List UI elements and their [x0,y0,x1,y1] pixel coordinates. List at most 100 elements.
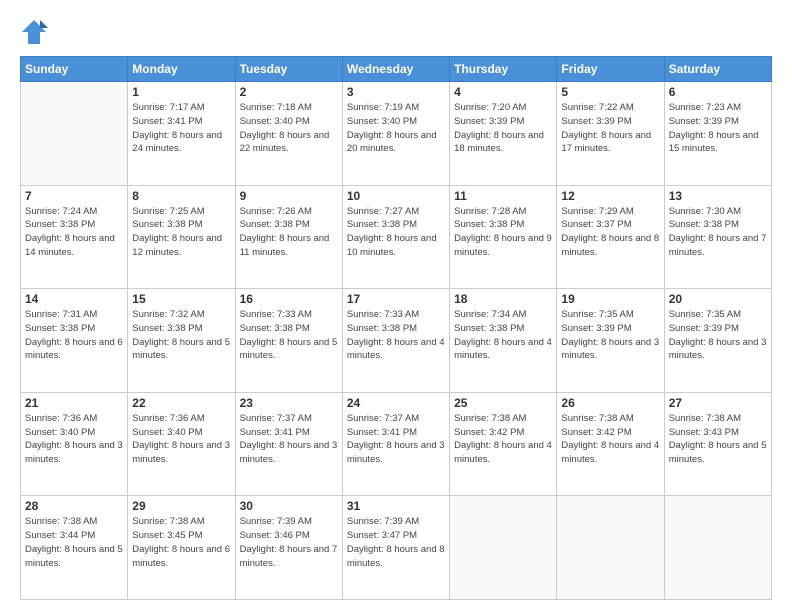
page: SundayMondayTuesdayWednesdayThursdayFrid… [0,0,792,612]
header [20,18,772,46]
day-number: 1 [132,85,230,99]
day-number: 16 [240,292,338,306]
calendar-cell: 12Sunrise: 7:29 AMSunset: 3:37 PMDayligh… [557,185,664,289]
calendar-cell: 13Sunrise: 7:30 AMSunset: 3:38 PMDayligh… [664,185,771,289]
day-number: 28 [25,499,123,513]
calendar-header-row: SundayMondayTuesdayWednesdayThursdayFrid… [21,57,772,82]
calendar-cell: 21 Sunrise: 7:36 AMSunset: 3:40 PMDayligh… [21,392,128,496]
logo-icon [20,18,48,46]
day-info: Sunrise: 7:19 AMSunset: 3:40 PMDaylight:… [347,101,445,156]
calendar-cell [21,82,128,186]
day-number: 8 [132,189,230,203]
calendar-week-row: 28Sunrise: 7:38 AMSunset: 3:44 PMDayligh… [21,496,772,600]
day-info: Sunrise: 7:28 AMSunset: 3:38 PMDaylight:… [454,205,552,260]
calendar-cell: 6Sunrise: 7:23 AMSunset: 3:39 PMDaylight… [664,82,771,186]
day-number: 23 [240,396,338,410]
day-number: 17 [347,292,445,306]
day-info: Sunrise: 7:22 AMSunset: 3:39 PMDaylight:… [561,101,659,156]
day-number: 11 [454,189,552,203]
day-info: Sunrise: 7:24 AMSunset: 3:38 PMDaylight:… [25,205,123,260]
day-info: Sunrise: 7:23 AMSunset: 3:39 PMDaylight:… [669,101,767,156]
day-info: Sunrise: 7:33 AMSunset: 3:38 PMDaylight:… [240,308,338,363]
weekday-header: Saturday [664,57,771,82]
weekday-header: Tuesday [235,57,342,82]
day-number: 31 [347,499,445,513]
day-number: 18 [454,292,552,306]
day-info: Sunrise: 7:39 AMSunset: 3:47 PMDaylight:… [347,515,445,570]
weekday-header: Monday [128,57,235,82]
day-info: Sunrise: 7:27 AMSunset: 3:38 PMDaylight:… [347,205,445,260]
day-info: Sunrise: 7:18 AMSunset: 3:40 PMDaylight:… [240,101,338,156]
day-info: Sunrise: 7:20 AMSunset: 3:39 PMDaylight:… [454,101,552,156]
day-number: 14 [25,292,123,306]
calendar-cell: 18 Sunrise: 7:34 AMSunset: 3:38 PMDayligh… [450,289,557,393]
day-number: 7 [25,189,123,203]
day-number: 15 [132,292,230,306]
day-number: 2 [240,85,338,99]
day-info: Sunrise: 7:25 AMSunset: 3:38 PMDaylight:… [132,205,230,260]
day-info: Sunrise: 7:36 AMSunset: 3:40 PMDaylight:… [25,412,123,467]
day-info: Sunrise: 7:38 AMSunset: 3:45 PMDaylight:… [132,515,230,570]
day-info: Sunrise: 7:38 AMSunset: 3:42 PMDaylight:… [454,412,552,467]
day-number: 21 [25,396,123,410]
day-info: Sunrise: 7:35 AMSunset: 3:39 PMDaylight:… [561,308,659,363]
day-number: 19 [561,292,659,306]
calendar-cell: 23 Sunrise: 7:37 AMSunset: 3:41 PMDayligh… [235,392,342,496]
logo [20,18,52,46]
calendar-cell: 14 Sunrise: 7:31 AMSunset: 3:38 PMDayligh… [21,289,128,393]
day-number: 22 [132,396,230,410]
weekday-header: Thursday [450,57,557,82]
day-number: 5 [561,85,659,99]
day-info: Sunrise: 7:26 AMSunset: 3:38 PMDaylight:… [240,205,338,260]
calendar-cell: 4 Sunrise: 7:20 AMSunset: 3:39 PMDaylight… [450,82,557,186]
day-number: 12 [561,189,659,203]
calendar-cell: 5 Sunrise: 7:22 AMSunset: 3:39 PMDaylight… [557,82,664,186]
weekday-header: Friday [557,57,664,82]
day-info: Sunrise: 7:39 AMSunset: 3:46 PMDaylight:… [240,515,338,570]
calendar-cell: 29 Sunrise: 7:38 AMSunset: 3:45 PMDayligh… [128,496,235,600]
weekday-header: Wednesday [342,57,449,82]
calendar-cell: 16 Sunrise: 7:33 AMSunset: 3:38 PMDayligh… [235,289,342,393]
calendar-cell: 31 Sunrise: 7:39 AMSunset: 3:47 PMDayligh… [342,496,449,600]
day-number: 4 [454,85,552,99]
calendar-cell: 19 Sunrise: 7:35 AMSunset: 3:39 PMDayligh… [557,289,664,393]
day-number: 26 [561,396,659,410]
calendar-cell: 2 Sunrise: 7:18 AMSunset: 3:40 PMDaylight… [235,82,342,186]
calendar-cell: 20Sunrise: 7:35 AMSunset: 3:39 PMDayligh… [664,289,771,393]
day-number: 29 [132,499,230,513]
calendar-cell: 7 Sunrise: 7:24 AMSunset: 3:38 PMDaylight… [21,185,128,289]
day-info: Sunrise: 7:38 AMSunset: 3:42 PMDaylight:… [561,412,659,467]
calendar-week-row: 21 Sunrise: 7:36 AMSunset: 3:40 PMDayligh… [21,392,772,496]
day-number: 13 [669,189,767,203]
day-info: Sunrise: 7:33 AMSunset: 3:38 PMDaylight:… [347,308,445,363]
calendar-cell [450,496,557,600]
calendar-week-row: 7 Sunrise: 7:24 AMSunset: 3:38 PMDaylight… [21,185,772,289]
day-number: 20 [669,292,767,306]
calendar-cell: 1 Sunrise: 7:17 AMSunset: 3:41 PMDaylight… [128,82,235,186]
calendar-cell: 11 Sunrise: 7:28 AMSunset: 3:38 PMDayligh… [450,185,557,289]
day-info: Sunrise: 7:37 AMSunset: 3:41 PMDaylight:… [240,412,338,467]
day-info: Sunrise: 7:36 AMSunset: 3:40 PMDaylight:… [132,412,230,467]
calendar-cell: 10Sunrise: 7:27 AMSunset: 3:38 PMDayligh… [342,185,449,289]
calendar-cell: 17 Sunrise: 7:33 AMSunset: 3:38 PMDayligh… [342,289,449,393]
day-number: 3 [347,85,445,99]
calendar-cell: 27Sunrise: 7:38 AMSunset: 3:43 PMDayligh… [664,392,771,496]
calendar-cell: 15Sunrise: 7:32 AMSunset: 3:38 PMDayligh… [128,289,235,393]
day-number: 25 [454,396,552,410]
day-number: 24 [347,396,445,410]
calendar-cell [664,496,771,600]
calendar-cell: 22 Sunrise: 7:36 AMSunset: 3:40 PMDayligh… [128,392,235,496]
weekday-header: Sunday [21,57,128,82]
day-info: Sunrise: 7:34 AMSunset: 3:38 PMDaylight:… [454,308,552,363]
calendar-cell: 9Sunrise: 7:26 AMSunset: 3:38 PMDaylight… [235,185,342,289]
calendar-cell [557,496,664,600]
calendar-cell: 30Sunrise: 7:39 AMSunset: 3:46 PMDayligh… [235,496,342,600]
day-info: Sunrise: 7:31 AMSunset: 3:38 PMDaylight:… [25,308,123,363]
calendar-week-row: 1 Sunrise: 7:17 AMSunset: 3:41 PMDaylight… [21,82,772,186]
calendar-cell: 8 Sunrise: 7:25 AMSunset: 3:38 PMDaylight… [128,185,235,289]
day-info: Sunrise: 7:17 AMSunset: 3:41 PMDaylight:… [132,101,230,156]
calendar-cell: 28Sunrise: 7:38 AMSunset: 3:44 PMDayligh… [21,496,128,600]
day-info: Sunrise: 7:37 AMSunset: 3:41 PMDaylight:… [347,412,445,467]
calendar-cell: 25 Sunrise: 7:38 AMSunset: 3:42 PMDayligh… [450,392,557,496]
calendar-table: SundayMondayTuesdayWednesdayThursdayFrid… [20,56,772,600]
